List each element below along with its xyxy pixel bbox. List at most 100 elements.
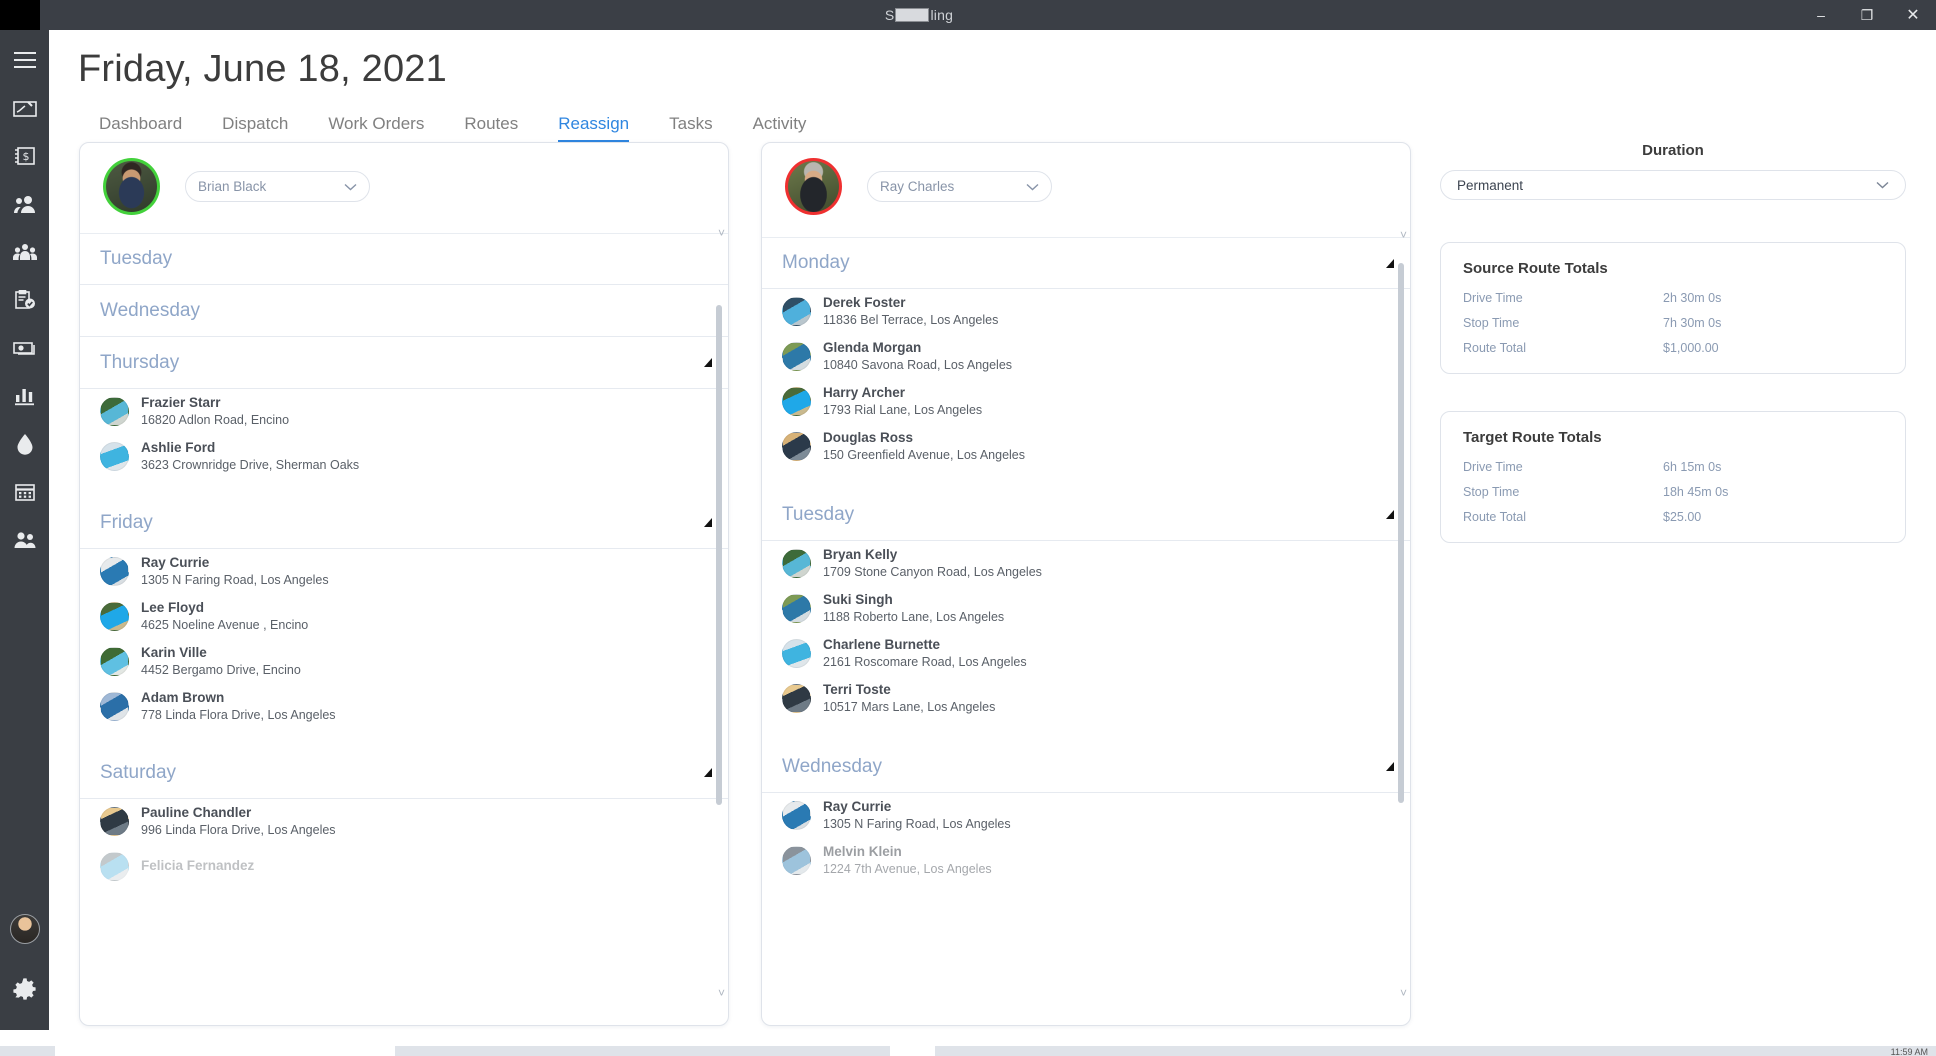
stop-address: 1224 7th Avenue, Los Angeles [823, 862, 992, 877]
collapse-caret-icon[interactable] [704, 768, 712, 777]
stop-address: 16820 Adlon Road, Encino [141, 413, 290, 428]
list-item[interactable]: Felicia Fernandez [80, 844, 728, 889]
list-item[interactable]: Karin Ville 4452 Bergamo Drive, Encino [80, 639, 728, 684]
stop-thumbnail-icon [100, 807, 129, 836]
collapse-caret-icon[interactable] [1386, 510, 1394, 519]
totals-value: $1,000.00 [1663, 341, 1719, 355]
list-item[interactable]: Bryan Kelly 1709 Stone Canyon Road, Los … [762, 541, 1410, 586]
stop-thumbnail-icon [100, 442, 129, 471]
bar-chart-icon[interactable] [0, 372, 49, 420]
stop-name: Terri Toste [823, 681, 891, 697]
list-item[interactable]: Douglas Ross 150 Greenfield Avenue, Los … [762, 424, 1410, 469]
target-route-header: Ray Charles [762, 143, 1410, 215]
day-header-thursday[interactable]: Thursday [80, 337, 728, 389]
window-title: S ling [40, 7, 1798, 23]
target-driver-select[interactable]: Ray Charles [867, 171, 1052, 202]
stop-thumbnail-icon [782, 801, 811, 830]
calendar-icon[interactable] [0, 468, 49, 516]
stop-thumbnail-icon [100, 557, 129, 586]
totals-value: 7h 30m 0s [1663, 316, 1722, 330]
source-scroll-up-icon[interactable]: ˅ [718, 227, 725, 239]
stop-name: Glenda Morgan [823, 339, 922, 355]
totals-row: Route Total $1,000.00 [1463, 341, 1883, 355]
list-item[interactable]: Pauline Chandler 996 Linda Flora Drive, … [80, 799, 728, 844]
taskbar-window-2[interactable] [890, 1046, 935, 1056]
collapse-caret-icon[interactable] [704, 358, 712, 367]
list-item[interactable]: Derek Foster 11836 Bel Terrace, Los Ange… [762, 289, 1410, 334]
stop-name: Felicia Fernandez [141, 858, 255, 874]
target-driver-name: Ray Charles [880, 179, 955, 194]
list-item[interactable]: Adam Brown 778 Linda Flora Drive, Los An… [80, 684, 728, 729]
collapse-caret-icon[interactable] [1386, 258, 1394, 268]
stop-thumbnail-icon [100, 647, 129, 676]
hamburger-menu-icon[interactable] [0, 36, 49, 84]
water-drop-icon[interactable] [0, 420, 49, 468]
list-item[interactable]: Terri Toste 10517 Mars Lane, Los Angeles [762, 676, 1410, 721]
list-item[interactable]: Charlene Burnette 2161 Roscomare Road, L… [762, 631, 1410, 676]
main-tabs: Dashboard Dispatch Work Orders Routes Re… [79, 108, 826, 144]
source-route-header: Brian Black [80, 143, 728, 215]
chevron-down-icon [1026, 183, 1039, 190]
minimize-button[interactable]: – [1798, 0, 1844, 30]
source-driver-select[interactable]: Brian Black [185, 171, 370, 202]
list-item[interactable]: Glenda Morgan 10840 Savona Road, Los Ang… [762, 334, 1410, 379]
tab-routes[interactable]: Routes [444, 108, 538, 144]
list-item[interactable]: Frazier Starr 16820 Adlon Road, Encino [80, 389, 728, 434]
target-list-scrollbar[interactable] [1397, 239, 1405, 999]
stop-thumbnail-icon [782, 387, 811, 416]
day-header-monday[interactable]: Monday [762, 237, 1410, 289]
list-item[interactable]: Suki Singh 1188 Roberto Lane, Los Angele… [762, 586, 1410, 631]
target-scroll-down-icon[interactable]: ˅ [1400, 987, 1407, 999]
day-header-wednesday[interactable]: Wednesday [762, 741, 1410, 793]
collapse-caret-icon[interactable] [1386, 762, 1394, 771]
source-scroll-down-icon[interactable]: ˅ [718, 987, 725, 999]
stop-thumbnail-icon [782, 684, 811, 713]
signature-icon[interactable] [0, 84, 49, 132]
tab-activity[interactable]: Activity [733, 108, 827, 144]
tab-work-orders[interactable]: Work Orders [308, 108, 444, 144]
source-list-scrollbar[interactable] [715, 235, 723, 995]
list-item[interactable]: Ashlie Ford 3623 Crownridge Drive, Sherm… [80, 434, 728, 479]
stop-address: 1305 N Faring Road, Los Angeles [823, 817, 1011, 832]
collapse-caret-icon[interactable] [704, 518, 712, 527]
day-header-friday[interactable]: Friday [80, 497, 728, 549]
tab-reassign[interactable]: Reassign [538, 108, 649, 144]
clipboard-check-icon[interactable] [0, 276, 49, 324]
day-label: Saturday [100, 761, 177, 783]
target-route-card: Ray Charles Monday Derek Foster 11836 Be… [761, 142, 1411, 1026]
cash-icon[interactable] [0, 324, 49, 372]
window-title-suffix: ling [930, 7, 954, 23]
people-icon[interactable] [0, 516, 49, 564]
list-item[interactable]: Ray Currie 1305 N Faring Road, Los Angel… [762, 793, 1410, 838]
users-icon[interactable] [0, 180, 49, 228]
target-scroll-up-icon[interactable]: ˅ [1400, 229, 1407, 241]
stop-address: 10517 Mars Lane, Los Angeles [823, 700, 996, 715]
list-item[interactable]: Melvin Klein 1224 7th Avenue, Los Angele… [762, 838, 1410, 883]
totals-key: Stop Time [1463, 316, 1520, 330]
tab-dispatch[interactable]: Dispatch [202, 108, 308, 144]
duration-select[interactable]: Permanent [1440, 170, 1906, 200]
day-header-saturday[interactable]: Saturday [80, 747, 728, 799]
day-header-tuesday[interactable]: Tuesday [80, 233, 728, 285]
day-label: Thursday [100, 351, 180, 373]
close-button[interactable]: ✕ [1890, 0, 1936, 30]
totals-row: Drive Time 2h 30m 0s [1463, 291, 1883, 305]
taskbar-window-1[interactable] [55, 1046, 395, 1056]
tab-dashboard[interactable]: Dashboard [79, 108, 202, 144]
invoice-dollar-icon[interactable]: $ [0, 132, 49, 180]
maximize-button[interactable]: ❐ [1844, 0, 1890, 30]
list-item[interactable]: Lee Floyd 4625 Noeline Avenue , Encino [80, 594, 728, 639]
list-item[interactable]: Ray Currie 1305 N Faring Road, Los Angel… [80, 549, 728, 594]
gear-icon[interactable] [0, 966, 49, 1014]
day-label: Tuesday [782, 503, 855, 525]
day-header-wednesday[interactable]: Wednesday [80, 285, 728, 337]
duration-label: Duration [1642, 142, 1704, 159]
svg-text:$: $ [22, 150, 29, 163]
avatar[interactable] [9, 914, 40, 944]
list-item[interactable]: Harry Archer 1793 Rial Lane, Los Angeles [762, 379, 1410, 424]
stop-thumbnail-icon [782, 432, 811, 461]
tab-tasks[interactable]: Tasks [649, 108, 732, 144]
totals-row: Stop Time 7h 30m 0s [1463, 316, 1883, 330]
day-header-tuesday[interactable]: Tuesday [762, 489, 1410, 541]
team-icon[interactable] [0, 228, 49, 276]
